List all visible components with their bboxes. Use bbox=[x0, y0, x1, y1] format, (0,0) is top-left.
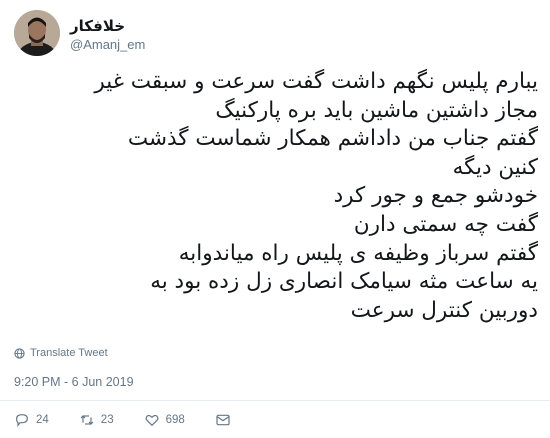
reply-button[interactable]: 24 bbox=[14, 412, 49, 428]
globe-icon bbox=[14, 347, 25, 359]
tweet-line: گفت چه سمتی دارن bbox=[353, 211, 538, 237]
tweet-line: یبارم پلیس نگهم داشت گفت سرعت و سبقت غیر bbox=[94, 69, 538, 94]
retweet-count: 23 bbox=[100, 414, 114, 426]
like-icon bbox=[145, 414, 159, 427]
user-handle[interactable]: @Amanj_em bbox=[70, 37, 145, 52]
tweet-line: دوربین کنترل سرعت bbox=[350, 297, 538, 323]
retweet-icon bbox=[80, 415, 94, 425]
like-button[interactable]: 698 bbox=[144, 412, 185, 428]
tweet-timestamp[interactable]: 9:20 PM - 6 Jun 2019 bbox=[14, 375, 134, 389]
tweet-line: مجاز داشتین ماشین باید بره پارکنیگ bbox=[215, 97, 538, 123]
tweet-line: گفتم جناب من داداشم همکار شماست گذشت bbox=[127, 126, 538, 152]
avatar[interactable] bbox=[14, 10, 60, 56]
display-name[interactable]: خلافکار bbox=[70, 17, 125, 35]
retweet-button[interactable]: 23 bbox=[79, 412, 114, 428]
reply-count: 24 bbox=[36, 414, 49, 426]
dm-icon bbox=[216, 414, 230, 426]
tweet-actions: 24 23 698 bbox=[14, 410, 261, 430]
like-count: 698 bbox=[165, 414, 185, 426]
tweet-line: گفتم سرباز وظیفه ی پلیس راه میاندوابه bbox=[178, 240, 538, 266]
tweet-line: کنین دیگه bbox=[452, 154, 538, 180]
direct-message-button[interactable] bbox=[215, 412, 231, 428]
translate-tweet-link[interactable]: Translate Tweet bbox=[14, 347, 108, 359]
tweet-line: یه ساعت مثه سیامک انصاری زل زده بود به bbox=[150, 269, 538, 295]
tweet-line: خودشو جمع و جور کرد bbox=[333, 183, 538, 209]
divider bbox=[0, 400, 550, 401]
reply-icon bbox=[16, 414, 28, 428]
tweet-header: خلافکار @Amanj_em bbox=[14, 10, 534, 60]
translate-label: Translate Tweet bbox=[30, 347, 108, 359]
tweet-text: یبارم پلیس نگهم داشت گفت سرعت و سبقت غیر… bbox=[10, 68, 538, 325]
